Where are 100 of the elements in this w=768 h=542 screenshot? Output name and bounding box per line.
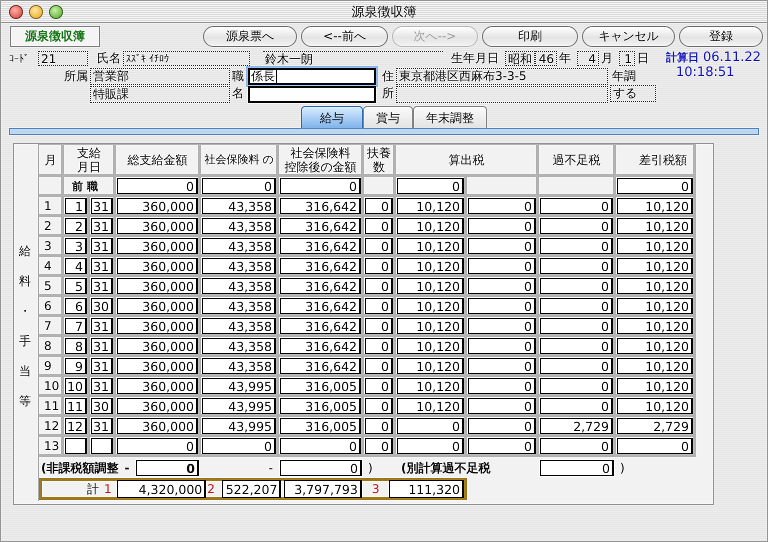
toolbar-button[interactable]: 登録	[679, 26, 763, 47]
amount-field[interactable]: 31	[91, 358, 113, 374]
amount-field[interactable]: 10,120	[617, 358, 693, 374]
amount-field[interactable]: 0	[540, 378, 613, 394]
amount-field[interactable]: 3	[65, 238, 87, 254]
amount-field[interactable]: 31	[91, 258, 113, 274]
amount-field[interactable]: 0	[617, 178, 693, 194]
amount-field[interactable]: 43,995	[202, 378, 276, 394]
amount-field[interactable]: 0	[540, 460, 614, 476]
tab[interactable]: 年末調整	[413, 106, 487, 128]
amount-field[interactable]: 316,005	[280, 398, 361, 414]
amount-field[interactable]	[91, 438, 113, 454]
amount-field[interactable]: 10,120	[397, 318, 464, 334]
amount-field[interactable]: 0	[468, 318, 536, 334]
amount-field[interactable]: 10,120	[617, 218, 693, 234]
amount-field[interactable]: 6	[65, 298, 87, 314]
amount-field[interactable]: 43,358	[202, 198, 276, 214]
amount-field[interactable]: 316,642	[280, 318, 361, 334]
amount-field[interactable]: 0	[397, 438, 464, 454]
amount-field[interactable]: 0	[540, 278, 613, 294]
amount-field[interactable]: 43,358	[202, 298, 276, 314]
amount-field[interactable]: 0	[468, 298, 536, 314]
amount-field[interactable]: 10,120	[617, 298, 693, 314]
amount-field[interactable]: 316,642	[280, 238, 361, 254]
amount-field[interactable]: 43,358	[202, 338, 276, 354]
amount-field[interactable]: 360,000	[117, 198, 198, 214]
amount-field[interactable]: 0	[540, 358, 613, 374]
amount-field[interactable]: 0	[468, 198, 536, 214]
amount-field[interactable]: 360,000	[117, 358, 198, 374]
amount-field[interactable]: 360,000	[117, 318, 198, 334]
amount-field[interactable]: 316,642	[280, 358, 361, 374]
amount-field[interactable]: 0	[365, 258, 393, 274]
amount-field[interactable]: 360,000	[117, 258, 198, 274]
amount-field[interactable]: 10,120	[617, 198, 693, 214]
amount-field[interactable]: 0	[540, 318, 613, 334]
amount-field[interactable]: 0	[468, 238, 536, 254]
amount-field[interactable]: 1	[65, 198, 87, 214]
amount-field[interactable]: 0	[365, 338, 393, 354]
amount-field[interactable]: 11	[65, 398, 87, 414]
amount-field[interactable]: 43,995	[202, 398, 276, 414]
amount-field[interactable]: 0	[540, 238, 613, 254]
amount-field[interactable]: 360,000	[117, 378, 198, 394]
amount-field[interactable]: 0	[365, 298, 393, 314]
amount-field[interactable]: 10,120	[397, 218, 464, 234]
amount-field[interactable]: 0	[136, 460, 199, 476]
amount-field[interactable]: 360,000	[117, 278, 198, 294]
amount-field[interactable]: 10,120	[397, 278, 464, 294]
amount-field[interactable]: 4,320,000	[116, 480, 206, 498]
amount-field[interactable]: 2	[65, 218, 87, 234]
toolbar-button[interactable]: 印刷	[482, 26, 578, 47]
amount-field[interactable]: 0	[468, 418, 536, 434]
amount-field[interactable]: 360,000	[117, 418, 198, 434]
amount-field[interactable]: 0	[468, 438, 536, 454]
amount-field[interactable]: 2,729	[540, 418, 613, 434]
zoom-button[interactable]	[49, 4, 63, 18]
amount-field[interactable]: 0	[540, 258, 613, 274]
amount-field[interactable]: 43,358	[202, 318, 276, 334]
amount-field[interactable]: 360,000	[117, 398, 198, 414]
amount-field[interactable]: 0	[365, 318, 393, 334]
amount-field[interactable]: 0	[365, 418, 393, 434]
amount-field[interactable]: 12	[65, 418, 87, 434]
amount-field[interactable]: 31	[91, 378, 113, 394]
amount-field[interactable]: 0	[540, 338, 613, 354]
amount-field[interactable]: 0	[468, 218, 536, 234]
amount-field[interactable]: 43,358	[202, 258, 276, 274]
amount-field[interactable]: 10,120	[397, 398, 464, 414]
amount-field[interactable]: 0	[540, 198, 613, 214]
amount-field[interactable]: 0	[468, 358, 536, 374]
amount-field[interactable]: 0	[397, 418, 464, 434]
amount-field[interactable]: 316,642	[280, 218, 361, 234]
amount-field[interactable]: 2,729	[617, 418, 693, 434]
amount-field[interactable]: 360,000	[117, 338, 198, 354]
amount-field[interactable]: 0	[468, 258, 536, 274]
toolbar-button[interactable]: <--前へ	[301, 26, 388, 47]
amount-field[interactable]: 0	[468, 378, 536, 394]
amount-field[interactable]: 31	[91, 278, 113, 294]
amount-field[interactable]: 10,120	[617, 238, 693, 254]
amount-field[interactable]: 316,642	[280, 338, 361, 354]
amount-field[interactable]: 10,120	[397, 358, 464, 374]
amount-field[interactable]: 0	[468, 338, 536, 354]
amount-field[interactable]: 43,358	[202, 218, 276, 234]
amount-field[interactable]: 8	[65, 338, 87, 354]
close-button[interactable]	[9, 4, 23, 18]
toolbar-button[interactable]: キャンセル	[582, 26, 675, 47]
amount-field[interactable]: 0	[540, 298, 613, 314]
amount-field[interactable]: 316,642	[280, 278, 361, 294]
amount-field[interactable]: 31	[91, 218, 113, 234]
amount-field[interactable]: 5	[65, 278, 87, 294]
amount-field[interactable]: 522,207	[222, 480, 282, 498]
amount-field[interactable]: 10,120	[397, 338, 464, 354]
amount-field[interactable]: 3,797,793	[284, 480, 362, 498]
amount-field[interactable]: 4	[65, 258, 87, 274]
amount-field[interactable]: 43,358	[202, 238, 276, 254]
amount-field[interactable]: 111,320	[389, 480, 464, 498]
amount-field[interactable]: 10,120	[617, 338, 693, 354]
amount-field[interactable]: 31	[91, 198, 113, 214]
amount-field[interactable]: 316,642	[280, 198, 361, 214]
amount-field[interactable]: 0	[540, 398, 613, 414]
amount-field[interactable]: 360,000	[117, 218, 198, 234]
amount-field[interactable]: 0	[365, 218, 393, 234]
